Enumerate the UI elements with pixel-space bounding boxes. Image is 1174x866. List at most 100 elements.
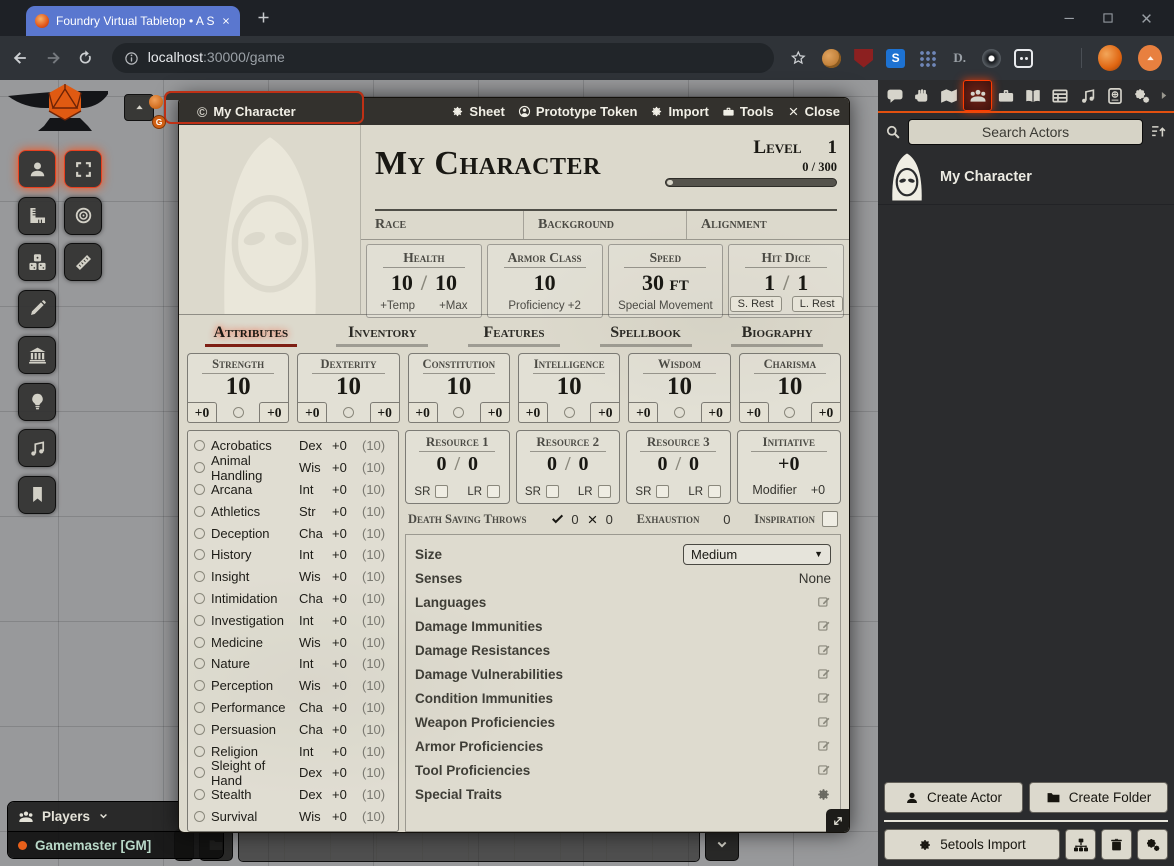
hp-max[interactable]: 10 bbox=[435, 270, 457, 296]
long-rest-button[interactable]: L. Rest bbox=[792, 296, 843, 312]
ability-modifier[interactable]: +0 bbox=[408, 402, 438, 423]
tool-token[interactable] bbox=[18, 150, 56, 188]
create-folder-button[interactable]: Create Folder bbox=[1029, 782, 1168, 813]
sheet-tab[interactable]: Inventory bbox=[317, 324, 449, 348]
skill-proficiency-radio[interactable] bbox=[194, 462, 205, 473]
tab-actors[interactable] bbox=[963, 80, 992, 111]
tool-sounds[interactable] bbox=[18, 429, 56, 467]
character-sheet-window[interactable]: © My Character SheetPrototype TokenImpor… bbox=[178, 97, 850, 833]
window-header-button[interactable]: Tools bbox=[722, 104, 774, 119]
skill-proficiency-radio[interactable] bbox=[194, 811, 205, 822]
back-icon[interactable] bbox=[12, 49, 29, 67]
ability-save[interactable]: +0 bbox=[811, 402, 841, 423]
tab-chat[interactable] bbox=[881, 80, 908, 111]
short-rest-checkbox[interactable] bbox=[546, 485, 559, 498]
short-rest-checkbox[interactable] bbox=[435, 485, 448, 498]
ability-save[interactable]: +0 bbox=[259, 402, 289, 423]
resource-block[interactable]: Resource 2 0/0 SRLR bbox=[516, 430, 621, 504]
hd-current[interactable]: 1 bbox=[764, 270, 775, 296]
ability-block[interactable]: Strength 10 +0 +0 bbox=[187, 353, 289, 423]
adblock-shield[interactable] bbox=[854, 49, 873, 68]
player-entry[interactable]: Gamemaster [GM] bbox=[8, 831, 223, 858]
edit-icon[interactable] bbox=[817, 763, 831, 777]
foundry-logo[interactable] bbox=[6, 84, 110, 138]
window-header-button[interactable]: Prototype Token bbox=[518, 104, 638, 119]
short-rest-checkbox[interactable] bbox=[656, 485, 669, 498]
bookmark-star-icon[interactable] bbox=[790, 49, 807, 67]
tool-drawings[interactable] bbox=[18, 290, 56, 328]
skill-row[interactable]: Intimidation Cha +0 (10) bbox=[194, 588, 392, 610]
window-resize-handle[interactable] bbox=[826, 809, 849, 832]
create-actor-button[interactable]: Create Actor bbox=[884, 782, 1023, 813]
forward-icon[interactable] bbox=[45, 49, 62, 67]
s-badge[interactable]: S bbox=[886, 49, 905, 68]
inspiration-checkbox[interactable] bbox=[822, 511, 838, 527]
grid-dots[interactable] bbox=[918, 49, 937, 68]
delete-button[interactable] bbox=[1101, 829, 1132, 860]
ability-block[interactable]: Constitution 10 +0 +0 bbox=[408, 353, 510, 423]
death-failure-count[interactable]: 0 bbox=[606, 512, 613, 527]
hp-current[interactable]: 10 bbox=[391, 270, 413, 296]
macro-slot[interactable] bbox=[515, 829, 561, 861]
window-header-button[interactable]: Sheet bbox=[451, 104, 504, 119]
ability-save[interactable]: +0 bbox=[701, 402, 731, 423]
long-rest-checkbox[interactable] bbox=[487, 485, 500, 498]
browser-update-button[interactable] bbox=[1138, 45, 1162, 71]
special-movement-label[interactable]: Special Movement bbox=[618, 300, 713, 317]
size-select[interactable]: Medium▼ bbox=[683, 544, 831, 565]
tool-target[interactable] bbox=[64, 197, 102, 235]
skill-row[interactable]: Deception Cha +0 (10) bbox=[194, 522, 392, 544]
tab-playlists[interactable] bbox=[1074, 80, 1101, 111]
xp-value[interactable]: 0 / 300 bbox=[665, 160, 837, 175]
ability-modifier[interactable]: +0 bbox=[187, 402, 217, 423]
d-letter[interactable]: D. bbox=[950, 49, 969, 68]
skill-row[interactable]: Nature Int +0 (10) bbox=[194, 653, 392, 675]
window-header-button[interactable]: Import bbox=[650, 104, 708, 119]
skill-row[interactable]: Sleight of Hand Dex +0 (10) bbox=[194, 762, 392, 784]
skill-proficiency-radio[interactable] bbox=[194, 680, 205, 691]
window-minimize-icon[interactable] bbox=[1062, 11, 1077, 26]
hd-max[interactable]: 1 bbox=[797, 270, 808, 296]
hp-temp-label[interactable]: +Temp bbox=[380, 300, 415, 312]
tool-select[interactable] bbox=[64, 150, 102, 188]
proficiency-radio[interactable] bbox=[784, 407, 795, 418]
detail-field[interactable]: Race bbox=[361, 211, 523, 239]
eye[interactable] bbox=[982, 49, 1001, 68]
reload-icon[interactable] bbox=[77, 49, 94, 67]
sheet-tab[interactable]: Attributes bbox=[185, 324, 317, 348]
macro-slot[interactable] bbox=[285, 829, 331, 861]
skill-row[interactable]: Perception Wis +0 (10) bbox=[194, 675, 392, 697]
macro-slot[interactable] bbox=[607, 829, 653, 861]
address-bar[interactable]: localhost:30000/game bbox=[112, 43, 774, 73]
ability-save[interactable]: +0 bbox=[370, 402, 400, 423]
tab-tables[interactable] bbox=[1047, 80, 1074, 111]
character-portrait[interactable] bbox=[179, 125, 361, 314]
search-input[interactable] bbox=[908, 119, 1143, 145]
skill-proficiency-radio[interactable] bbox=[194, 506, 205, 517]
tab-items[interactable] bbox=[992, 80, 1019, 111]
ability-modifier[interactable]: +0 bbox=[518, 402, 548, 423]
skill-proficiency-radio[interactable] bbox=[194, 571, 205, 582]
health-block[interactable]: Health 10/10 +Temp+Max bbox=[366, 244, 482, 318]
ability-block[interactable]: Intelligence 10 +0 +0 bbox=[518, 353, 620, 423]
level-display[interactable]: Level1 bbox=[665, 137, 837, 159]
fork[interactable] bbox=[1046, 49, 1065, 68]
skill-row[interactable]: Medicine Wis +0 (10) bbox=[194, 631, 392, 653]
ability-modifier[interactable]: +0 bbox=[628, 402, 658, 423]
tab-journal[interactable] bbox=[1019, 80, 1046, 111]
skill-proficiency-radio[interactable] bbox=[194, 637, 205, 648]
exhaustion-count[interactable]: 0 bbox=[723, 512, 730, 527]
edit-icon[interactable] bbox=[817, 667, 831, 681]
skill-proficiency-radio[interactable] bbox=[194, 746, 205, 757]
5etools-import-button[interactable]: 5etools Import bbox=[884, 829, 1060, 860]
skill-row[interactable]: Animal Handling Wis +0 (10) bbox=[194, 457, 392, 479]
proficiency-radio[interactable] bbox=[453, 407, 464, 418]
initiative-block[interactable]: Initiative +0 Modifier+0 bbox=[737, 430, 842, 504]
skill-row[interactable]: Stealth Dex +0 (10) bbox=[194, 784, 392, 806]
tool-tiles[interactable] bbox=[18, 243, 56, 281]
hotbar-page-down-button[interactable] bbox=[705, 829, 739, 861]
sidebar-collapse-button[interactable] bbox=[1156, 89, 1171, 102]
skill-row[interactable]: Survival Wis +0 (10) bbox=[194, 806, 392, 828]
skill-row[interactable]: History Int +0 (10) bbox=[194, 544, 392, 566]
tab-scenes[interactable] bbox=[936, 80, 963, 111]
